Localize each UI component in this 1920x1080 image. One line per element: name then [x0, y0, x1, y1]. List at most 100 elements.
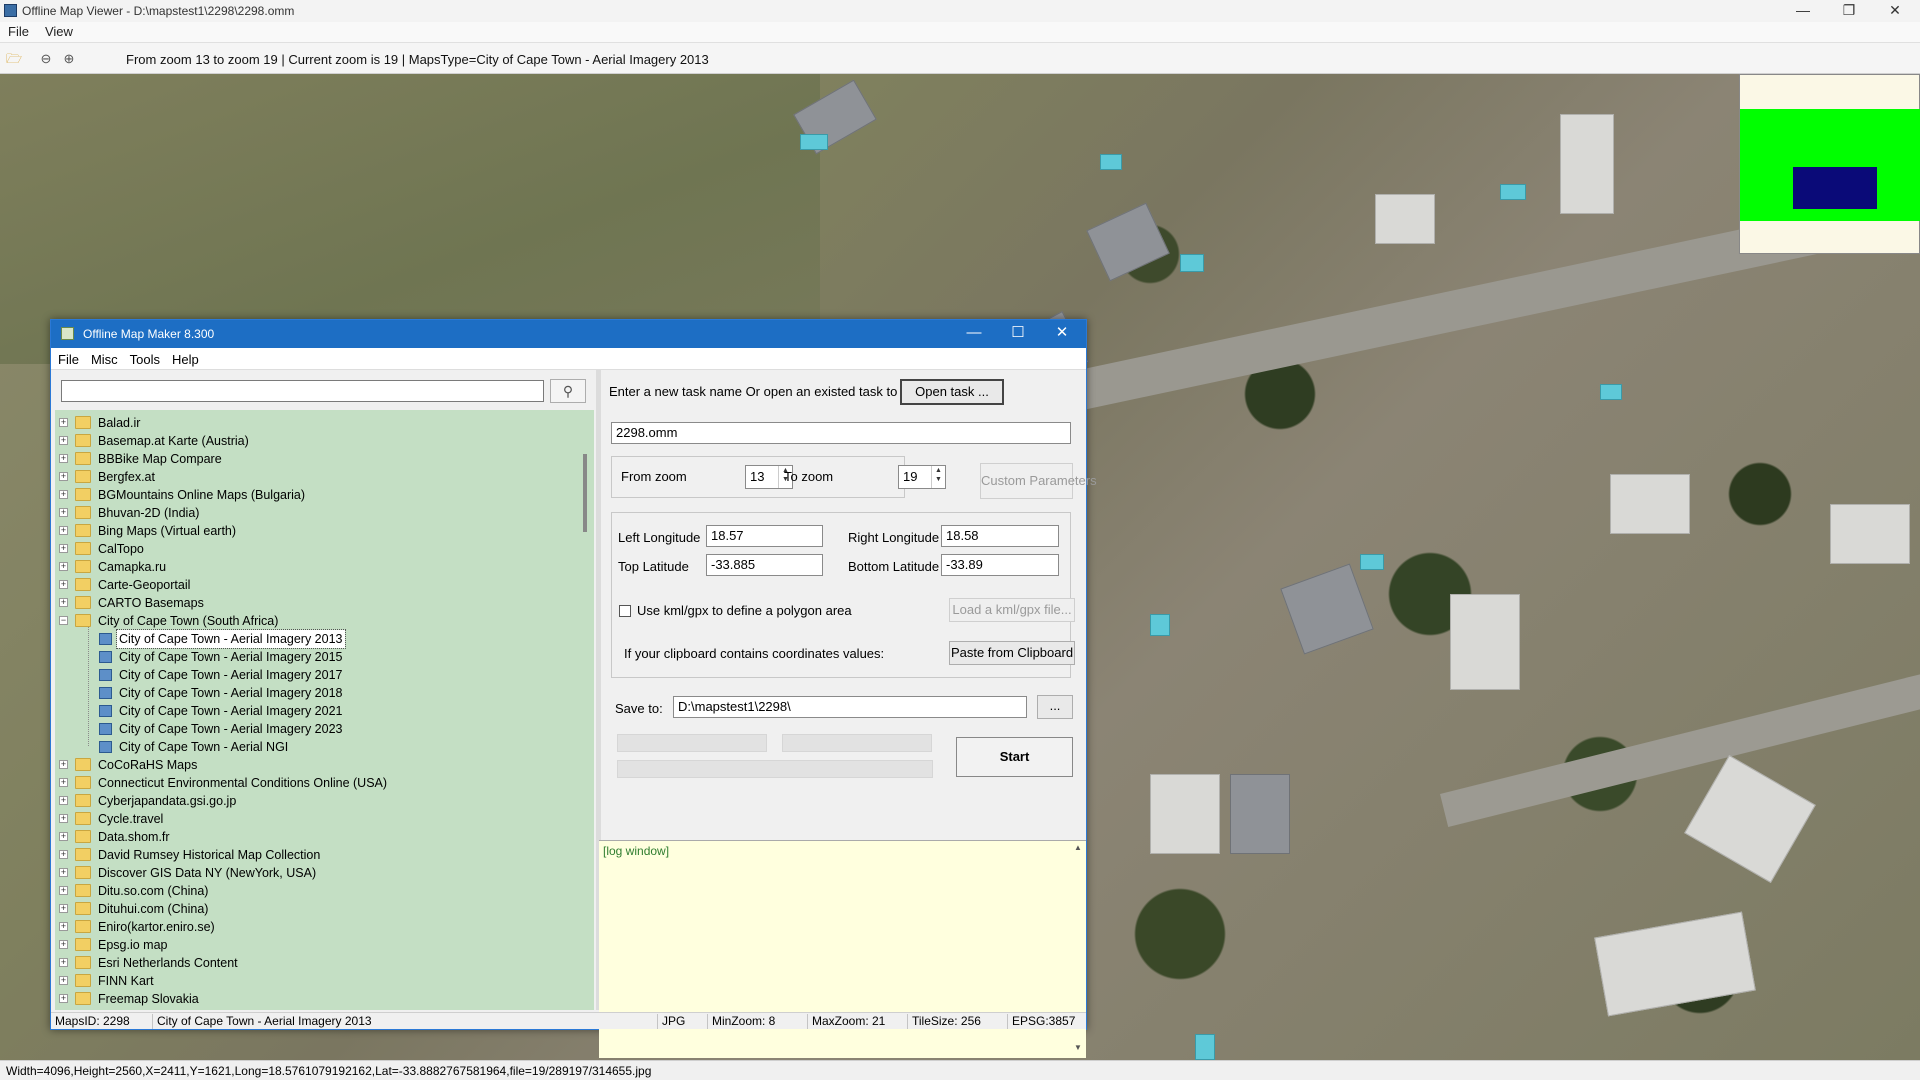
tree-map-item[interactable]: City of Cape Town - Aerial Imagery 2021: [55, 702, 580, 720]
tree-folder-item[interactable]: + Data.shom.fr: [55, 828, 580, 846]
expand-icon[interactable]: +: [59, 814, 68, 823]
search-button[interactable]: ⚲: [550, 379, 586, 403]
map-pool: [1180, 254, 1204, 272]
expand-icon[interactable]: +: [59, 904, 68, 913]
tree-folder-item[interactable]: + Carte-Geoportail: [55, 576, 580, 594]
tree-folder-item[interactable]: + Discover GIS Data NY (NewYork, USA): [55, 864, 580, 882]
map-search-input[interactable]: [61, 380, 544, 402]
tree-folder-item[interactable]: + Basemap.at Karte (Austria): [55, 432, 580, 450]
tree-map-item[interactable]: City of Cape Town - Aerial Imagery 2015: [55, 648, 580, 666]
dialog-menu-tools[interactable]: Tools: [123, 348, 165, 367]
expand-icon[interactable]: +: [59, 994, 68, 1003]
tree-folder-item[interactable]: + Esri Netherlands Content: [55, 954, 580, 972]
tree-folder-item[interactable]: + CalTopo: [55, 540, 580, 558]
dialog-close-button[interactable]: ✕: [1042, 322, 1082, 346]
save-to-input[interactable]: D:\mapstest1\2298\: [673, 696, 1027, 718]
dialog-maximize-button[interactable]: ☐: [998, 322, 1038, 346]
tree-folder-item[interactable]: + Epsg.io map: [55, 936, 580, 954]
expand-icon[interactable]: +: [59, 940, 68, 949]
browse-button[interactable]: ...: [1037, 695, 1073, 719]
expand-icon[interactable]: +: [59, 472, 68, 481]
scroll-up-icon[interactable]: ▲: [1074, 843, 1082, 852]
tree-item-label: City of Cape Town - Aerial Imagery 2013: [116, 629, 346, 649]
tree-folder-item[interactable]: + Ditu.so.com (China): [55, 882, 580, 900]
expand-icon[interactable]: +: [59, 850, 68, 859]
tree-map-item[interactable]: City of Cape Town - Aerial Imagery 2017: [55, 666, 580, 684]
dialog-menu-file[interactable]: File: [51, 348, 84, 367]
tree-folder-item[interactable]: + CoCoRaHS Maps: [55, 756, 580, 774]
menu-view[interactable]: View: [37, 22, 81, 39]
tree-folder-item[interactable]: + Eniro(kartor.eniro.se): [55, 918, 580, 936]
tree-folder-item[interactable]: + Bergfex.at: [55, 468, 580, 486]
tree-map-item[interactable]: City of Cape Town - Aerial NGI: [55, 738, 580, 756]
dialog-menu-misc[interactable]: Misc: [84, 348, 123, 367]
dialog-minimize-button[interactable]: —: [954, 322, 994, 346]
expand-icon[interactable]: +: [59, 526, 68, 535]
expand-icon[interactable]: +: [59, 436, 68, 445]
open-folder-icon[interactable]: 🗁: [6, 51, 22, 67]
tree-folder-item[interactable]: + Cyberjapandata.gsi.go.jp: [55, 792, 580, 810]
overview-minimap[interactable]: [1739, 74, 1920, 254]
load-kml-button[interactable]: Load a kml/gpx file...: [949, 598, 1075, 622]
expand-icon[interactable]: +: [59, 454, 68, 463]
tree-folder-item[interactable]: + Camapka.ru: [55, 558, 580, 576]
tree-folder-item[interactable]: + Dituhui.com (China): [55, 900, 580, 918]
expand-icon[interactable]: +: [59, 868, 68, 877]
maximize-button[interactable]: ❐: [1826, 0, 1872, 22]
kml-checkbox[interactable]: [619, 605, 631, 617]
tree-map-item[interactable]: City of Cape Town - Aerial Imagery 2013: [55, 629, 580, 649]
zoom-out-icon[interactable]: ⊖: [38, 51, 54, 67]
open-task-button[interactable]: Open task ...: [900, 379, 1004, 405]
task-name-input[interactable]: 2298.omm: [611, 422, 1071, 444]
tree-folder-item[interactable]: + BGMountains Online Maps (Bulgaria): [55, 486, 580, 504]
expand-icon[interactable]: +: [59, 562, 68, 571]
tree-folder-item[interactable]: + BBBike Map Compare: [55, 450, 580, 468]
bottom-latitude-input[interactable]: -33.89: [941, 554, 1059, 576]
expand-icon[interactable]: +: [59, 580, 68, 589]
expand-icon[interactable]: +: [59, 886, 68, 895]
tree-folder-item[interactable]: + Cycle.travel: [55, 810, 580, 828]
to-zoom-spinner[interactable]: 19 ▲ ▼: [898, 465, 946, 489]
expand-icon[interactable]: +: [59, 976, 68, 985]
tree-folder-item[interactable]: + Balad.ir: [55, 414, 580, 432]
expand-icon[interactable]: +: [59, 508, 68, 517]
collapse-icon[interactable]: −: [59, 616, 68, 625]
top-latitude-input[interactable]: -33.885: [706, 554, 823, 576]
expand-icon[interactable]: +: [59, 544, 68, 553]
close-button[interactable]: ✕: [1872, 0, 1918, 22]
tree-folder-item[interactable]: + CARTO Basemaps: [55, 594, 580, 612]
dialog-menu-help[interactable]: Help: [165, 348, 204, 367]
minimap-viewport[interactable]: [1793, 167, 1877, 209]
paste-clipboard-button[interactable]: Paste from Clipboard: [949, 641, 1075, 665]
tree-scrollbar[interactable]: [580, 410, 594, 1010]
expand-icon[interactable]: +: [59, 490, 68, 499]
scrollbar-thumb[interactable]: [583, 454, 587, 532]
tree-folder-item[interactable]: − City of Cape Town (South Africa): [55, 612, 580, 630]
minimize-button[interactable]: —: [1780, 0, 1826, 22]
right-longitude-input[interactable]: 18.58: [941, 525, 1059, 547]
map-source-tree[interactable]: + Balad.ir + Basemap.at Karte (Austria) + BBB…: [55, 410, 580, 1010]
expand-icon[interactable]: +: [59, 796, 68, 805]
start-button[interactable]: Start: [956, 737, 1073, 777]
expand-icon[interactable]: +: [59, 598, 68, 607]
tree-folder-item[interactable]: + Connecticut Environmental Conditions On…: [55, 774, 580, 792]
expand-icon[interactable]: +: [59, 832, 68, 841]
custom-parameters-button[interactable]: Custom Parameters: [980, 463, 1097, 499]
tree-folder-item[interactable]: + Bhuvan-2D (India): [55, 504, 580, 522]
tree-folder-item[interactable]: + FINN Kart: [55, 972, 580, 990]
scroll-down-icon[interactable]: ▼: [1074, 1043, 1082, 1052]
tree-folder-item[interactable]: + Freemap Slovakia: [55, 990, 580, 1008]
expand-icon[interactable]: +: [59, 760, 68, 769]
expand-icon[interactable]: +: [59, 922, 68, 931]
tree-map-item[interactable]: City of Cape Town - Aerial Imagery 2018: [55, 684, 580, 702]
tree-map-item[interactable]: City of Cape Town - Aerial Imagery 2023: [55, 720, 580, 738]
menu-file[interactable]: File: [0, 22, 37, 39]
expand-icon[interactable]: +: [59, 418, 68, 427]
zoom-in-icon[interactable]: ⊕: [61, 51, 77, 67]
spin-arrows-icon[interactable]: ▲ ▼: [931, 466, 945, 488]
tree-folder-item[interactable]: + Bing Maps (Virtual earth): [55, 522, 580, 540]
tree-folder-item[interactable]: + David Rumsey Historical Map Collection: [55, 846, 580, 864]
expand-icon[interactable]: +: [59, 778, 68, 787]
left-longitude-input[interactable]: 18.57: [706, 525, 823, 547]
expand-icon[interactable]: +: [59, 958, 68, 967]
